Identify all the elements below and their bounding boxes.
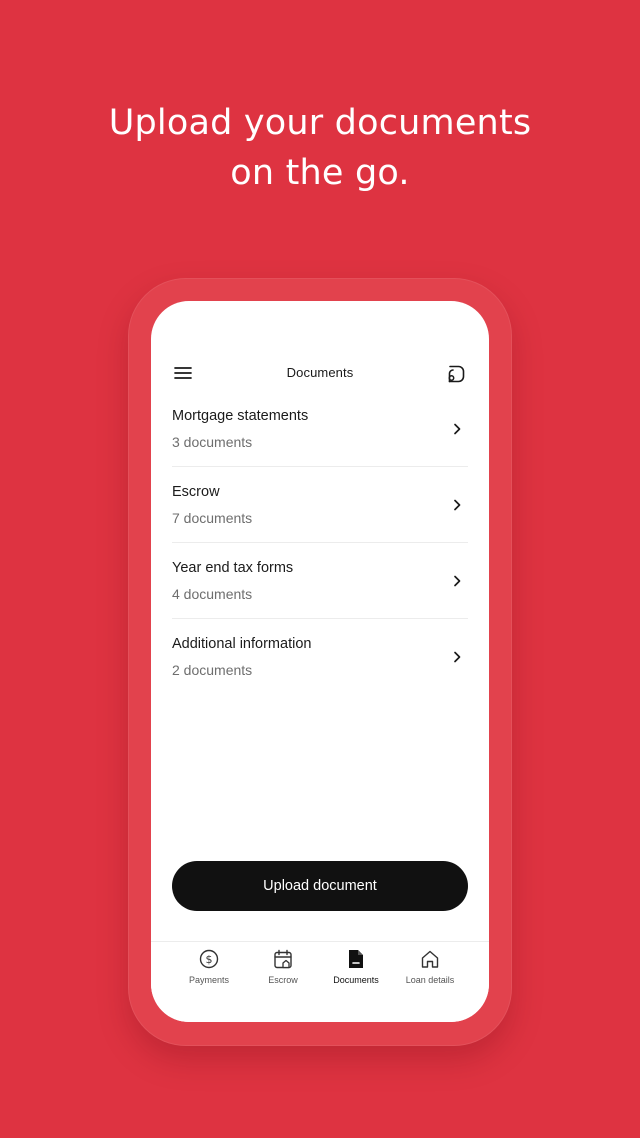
chat-button[interactable] [445, 363, 467, 385]
document-category-list: Mortgage statements 3 documents Escrow 7… [172, 391, 468, 695]
nav-payments[interactable]: $ Payments [169, 948, 249, 998]
bottom-navigation: $ Payments Escrow Documents Loan details [151, 941, 489, 1022]
category-count: 3 documents [172, 434, 253, 450]
document-category-tax-forms[interactable]: Year end tax forms 4 documents [172, 543, 468, 619]
category-name: Escrow [172, 484, 220, 500]
svg-text:$: $ [206, 953, 213, 966]
document-category-mortgage-statements[interactable]: Mortgage statements 3 documents [172, 391, 468, 467]
page-title: Documents [286, 365, 354, 380]
nav-escrow[interactable]: Escrow [243, 948, 323, 998]
dollar-circle-icon: $ [199, 949, 219, 969]
document-category-additional-information[interactable]: Additional information 2 documents [172, 619, 468, 695]
headline-line-2: on the go. [230, 153, 410, 193]
nav-loan-details[interactable]: Loan details [390, 948, 470, 998]
nav-label: Documents [333, 975, 379, 985]
upload-document-button[interactable]: Upload document [172, 861, 468, 911]
nav-label: Payments [188, 975, 230, 985]
nav-label: Escrow [268, 975, 298, 985]
category-name: Additional information [172, 636, 312, 652]
promo-headline: Upload your documents on the go. [0, 98, 640, 198]
phone-screen: Documents Mortgage statements 3 document… [151, 301, 489, 1022]
chevron-right-icon [454, 423, 461, 435]
category-count: 7 documents [172, 510, 253, 526]
category-name: Year end tax forms [172, 560, 294, 576]
chevron-right-icon [454, 575, 461, 587]
document-icon [349, 950, 363, 968]
chevron-right-icon [454, 651, 461, 663]
calendar-home-icon [274, 949, 292, 969]
chevron-right-icon [454, 499, 461, 511]
nav-documents[interactable]: Documents [316, 948, 396, 998]
category-count: 4 documents [172, 586, 253, 602]
category-count: 2 documents [172, 662, 253, 678]
top-bar: Documents [151, 357, 489, 389]
headline-line-1: Upload your documents [108, 103, 532, 143]
category-name: Mortgage statements [172, 408, 309, 424]
nav-label: Loan details [405, 975, 455, 985]
home-icon [421, 950, 439, 968]
document-category-escrow[interactable]: Escrow 7 documents [172, 467, 468, 543]
chat-bubble-icon [448, 365, 465, 383]
